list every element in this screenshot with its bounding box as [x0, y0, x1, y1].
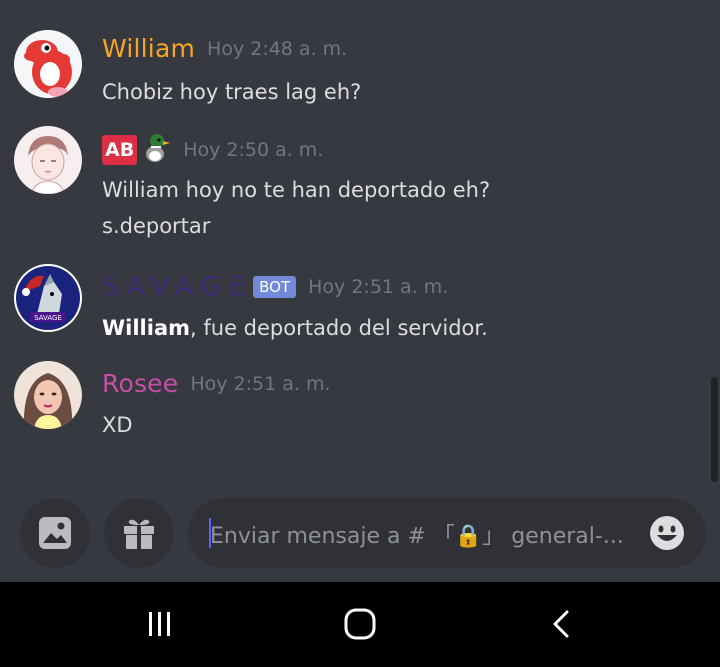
message-rosee: Rosee Hoy 2:51 a. m. XD [0, 355, 700, 465]
gift-icon [124, 519, 154, 549]
message-text: William hoy no te han deportado eh? [102, 178, 491, 202]
back-button[interactable] [540, 604, 584, 644]
scrollbar[interactable] [711, 377, 718, 482]
message-text: XD [102, 413, 133, 437]
username[interactable]: William [102, 34, 195, 63]
message-text: s.deportar [102, 214, 211, 238]
message-rest: , fue deportado del servidor. [190, 316, 488, 340]
home-icon [344, 608, 376, 640]
back-icon [553, 610, 569, 638]
timestamp: Hoy 2:51 a. m. [308, 276, 449, 298]
avatar-ab[interactable] [14, 126, 82, 194]
bot-tag: BOT [253, 276, 297, 298]
timestamp: Hoy 2:51 a. m. [190, 372, 331, 395]
timestamp: Hoy 2:48 a. m. [207, 37, 348, 60]
avatar-rosee[interactable] [14, 361, 82, 429]
message-input-placeholder: Enviar mensaje a # 「🔒」 general-... [210, 524, 624, 549]
message-text: Chobiz hoy traes lag eh? [102, 80, 362, 104]
system-navbar [0, 582, 720, 667]
avatar-savage[interactable]: SAVAGE [14, 264, 82, 332]
emoji-button[interactable] [648, 514, 686, 552]
mention[interactable]: William [102, 316, 190, 340]
timestamp: Hoy 2:50 a. m. [183, 139, 324, 161]
home-button[interactable] [338, 604, 382, 644]
message-text: William, fue deportado del servidor. [102, 316, 488, 340]
message-composer: Enviar mensaje a # 「🔒」 general-... [0, 490, 720, 582]
attach-image-button[interactable] [20, 498, 90, 568]
username[interactable]: SAVAGE [102, 272, 253, 302]
username-badge[interactable]: AB [102, 135, 138, 165]
gift-button[interactable] [104, 498, 174, 568]
message-savage: SAVAGE SAVAGE BOT Hoy 2:51 a. m. William… [0, 260, 700, 355]
avatar-william[interactable] [14, 30, 82, 98]
message-input[interactable]: Enviar mensaje a # 「🔒」 general-... [188, 498, 706, 568]
recents-button[interactable] [138, 604, 182, 644]
duck-icon [143, 132, 171, 168]
message-ab: AB Hoy 2:50 a. m. William hoy no te han … [0, 120, 700, 260]
chat-messages: William Hoy 2:48 a. m. Chobiz hoy traes … [0, 0, 720, 490]
username[interactable]: Rosee [102, 369, 178, 398]
svg-text:SAVAGE: SAVAGE [34, 314, 62, 322]
recents-icon [149, 612, 170, 636]
message-william: William Hoy 2:48 a. m. Chobiz hoy traes … [0, 0, 700, 120]
emoji-icon [650, 516, 684, 550]
image-icon [39, 517, 71, 549]
